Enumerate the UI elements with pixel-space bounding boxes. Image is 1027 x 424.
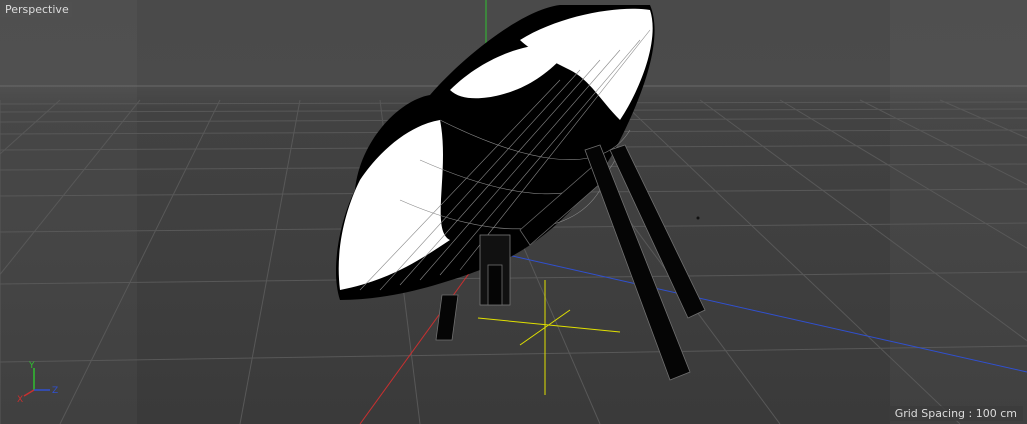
grid-spacing-label: Grid Spacing : 100 cm xyxy=(888,406,1023,421)
dish-post xyxy=(487,264,503,306)
axis-gizmo-icon: Y X Z xyxy=(17,361,58,404)
gizmo-z-label: Z xyxy=(52,386,58,396)
dish-leg-left xyxy=(435,294,459,341)
world-z-axis xyxy=(485,249,1027,373)
gizmo-y-label: Y xyxy=(28,361,35,371)
viewport-scene xyxy=(0,0,1027,424)
gizmo-x-label: X xyxy=(17,395,23,404)
stray-point xyxy=(696,216,700,220)
perspective-viewport[interactable]: Perspective Y X Z Grid Spacing : 100 cm xyxy=(0,0,1027,424)
satellite-dish-model[interactable] xyxy=(335,5,706,381)
viewport-camera-label[interactable]: Perspective xyxy=(2,2,72,17)
